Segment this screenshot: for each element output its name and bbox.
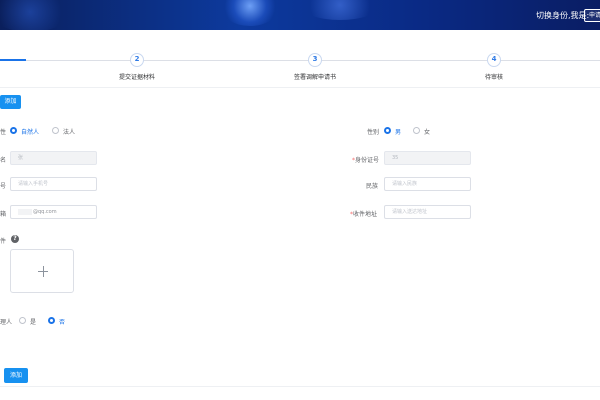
id-number-label-text: 身份证号 [355,157,380,164]
gender-label: 性别 [367,129,380,136]
phone-label: 号 [0,183,7,190]
radio-male[interactable] [384,127,391,134]
address-label: *收件地址 [350,211,378,218]
email-field-value: @qq.com [33,209,57,215]
email-field[interactable]: @qq.com [10,205,97,219]
radio-female-label[interactable]: 女 [424,127,430,136]
radio-agent-yes[interactable] [19,317,26,324]
radio-legal-person-label[interactable]: 法人 [63,127,75,136]
add-party-button-bottom[interactable]: 添加 [4,368,28,383]
id-number-label: *身份证号 [352,157,380,164]
radio-agent-no[interactable] [48,317,55,324]
step-2-circle: 2 [130,53,144,67]
step-3-label: 签署调解申请书 [293,74,337,81]
radio-natural-person-label[interactable]: 自然人 [21,127,39,136]
radio-female[interactable] [413,127,420,134]
attachment-label: 件 [0,238,7,245]
radio-natural-person[interactable] [10,127,17,134]
identity-select-button[interactable]: 申请 [584,9,600,22]
radio-agent-yes-label[interactable]: 是 [30,317,36,326]
progress-steps: 2 提交证据材料 3 签署调解申请书 4 待审核 [0,30,600,88]
radio-agent-no-label[interactable]: 否 [59,317,65,326]
step-4-circle: 4 [487,53,501,67]
bottom-divider [0,386,600,387]
step-3-circle: 3 [308,53,322,67]
name-field[interactable]: 张 [10,151,97,165]
address-field[interactable]: 请输入送达地址 [384,205,471,219]
step-4-label: 待审核 [484,74,504,81]
add-party-button[interactable]: 添加 [0,95,21,109]
agent-label: 理人 [0,319,13,326]
name-label: 名 [0,157,7,164]
step-2-label: 提交证据材料 [118,74,156,81]
address-label-text: 收件地址 [353,211,378,218]
ethnicity-field[interactable]: 请输入民族 [384,177,471,191]
top-header: 切换身份,我是: 申请 [0,0,600,30]
upload-box[interactable] [10,249,74,293]
radio-male-label[interactable]: 男 [395,127,401,136]
ethnicity-label: 民族 [366,183,379,190]
party-type-label: 性 [0,129,7,136]
help-icon[interactable]: ? [11,235,19,243]
active-step-bar [0,59,26,61]
radio-legal-person[interactable] [52,127,59,134]
phone-field[interactable]: 请输入手机号 [10,177,97,191]
switch-identity-label: 切换身份,我是: [536,11,590,20]
email-label: 箱 [0,211,7,218]
id-number-field[interactable]: 35 [384,151,471,165]
